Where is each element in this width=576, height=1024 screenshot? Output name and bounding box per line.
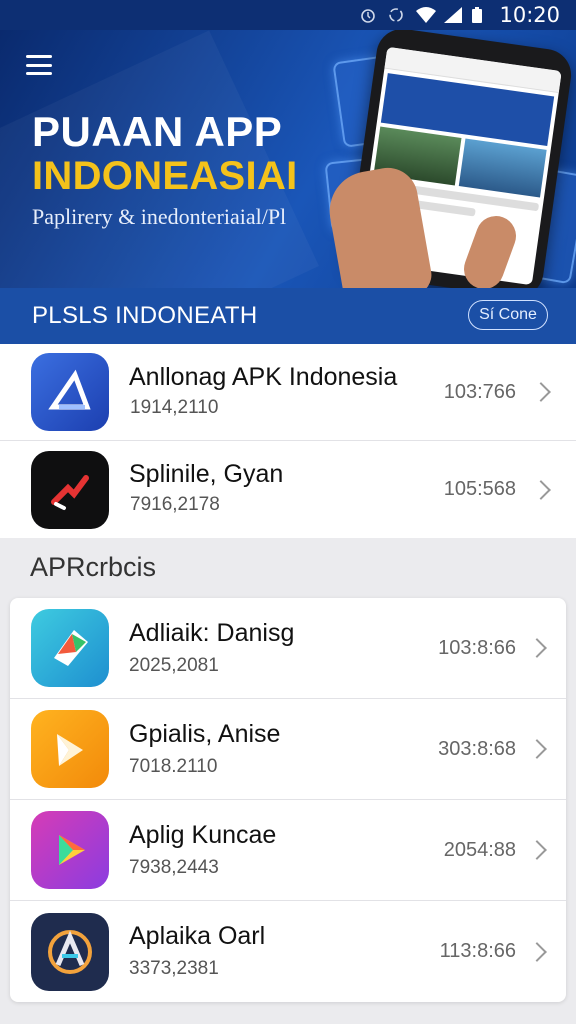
hero-subtitle: Paplirery & inedonteriaial/Pl [32,204,287,229]
app-stat: 2054:88 [443,838,516,861]
sync-icon [387,6,405,24]
app-name: Aplig Kuncae [129,821,277,849]
chevron-right-icon [527,941,547,962]
list-item[interactable]: Splinile, Gyan 7916,2178 105:568 [0,441,576,538]
app-meta: 3373,2381 [129,958,219,979]
multicolor-cube-app-icon [31,609,109,687]
wifi-icon [415,6,437,24]
status-bar: 10:20 [0,0,576,30]
list-item[interactable]: Aplig Kuncae 7938,2443 2054:88 [10,800,566,901]
status-time: 10:20 [499,3,560,27]
app-list: Anllonag APK Indonesia 1914,2110 103:766… [0,344,576,538]
black-red-app-icon [31,450,109,529]
play-gradient-app-icon [31,811,109,889]
app-stat: 103:766 [443,380,516,403]
app-name: Adliaik: Danisg [129,619,295,647]
app-name: Splinile, Gyan [129,460,284,488]
section-header: PLSLS INDONEATH Sí Cone [0,288,576,344]
app-meta: 2025,2081 [129,655,219,676]
orange-app-icon [31,710,109,788]
list-item[interactable]: Gpialis, Anise 7018.2110 303:8:68 [10,699,566,800]
hero-title: PUAAN APP [32,108,283,155]
chevron-right-icon [531,479,551,500]
list-item[interactable]: Adliaik: Danisg 2025,2081 103:8:66 [10,598,566,699]
app-stat: 103:8:66 [438,636,516,659]
section-title: APRcrbcis [30,552,157,582]
app-meta: 7938,2443 [129,857,219,878]
battery-icon [471,6,489,24]
app-meta: 7018.2110 [129,756,218,777]
see-more-button[interactable]: Sí Cone [468,300,548,330]
app-stat: 113:8:66 [439,940,516,962]
app-stat: 105:568 [443,478,516,500]
blue-arrow-app-icon [31,353,109,431]
signal-icon [443,6,463,24]
app-list: Adliaik: Danisg 2025,2081 103:8:66 Gpial… [10,598,566,1002]
chevron-right-icon [531,382,551,402]
list-item[interactable]: Anllonag APK Indonesia 1914,2110 103:766 [0,344,576,441]
chevron-right-icon [527,638,547,658]
app-name: Aplaika Oarl [129,922,266,950]
section-title: PLSLS INDONEATH [32,302,258,329]
app-meta: 1914,2110 [130,397,219,418]
chevron-right-icon [527,739,547,759]
list-item[interactable]: Aplaika Oarl 3373,2381 113:8:66 [10,901,566,1002]
menu-icon[interactable] [26,55,52,75]
app-name: Gpialis, Anise [129,720,281,748]
letter-a-app-icon [31,912,109,991]
alarm-icon [359,6,377,24]
chevron-right-icon [527,840,547,860]
hero-title-highlight: INDONEASIAI [32,154,298,198]
hero-banner: PUAAN APP INDONEASIAI Paplirery & inedon… [0,30,576,288]
app-stat: 303:8:68 [438,737,516,760]
app-name: Anllonag APK Indonesia [129,363,398,391]
app-meta: 7916,2178 [130,494,220,515]
